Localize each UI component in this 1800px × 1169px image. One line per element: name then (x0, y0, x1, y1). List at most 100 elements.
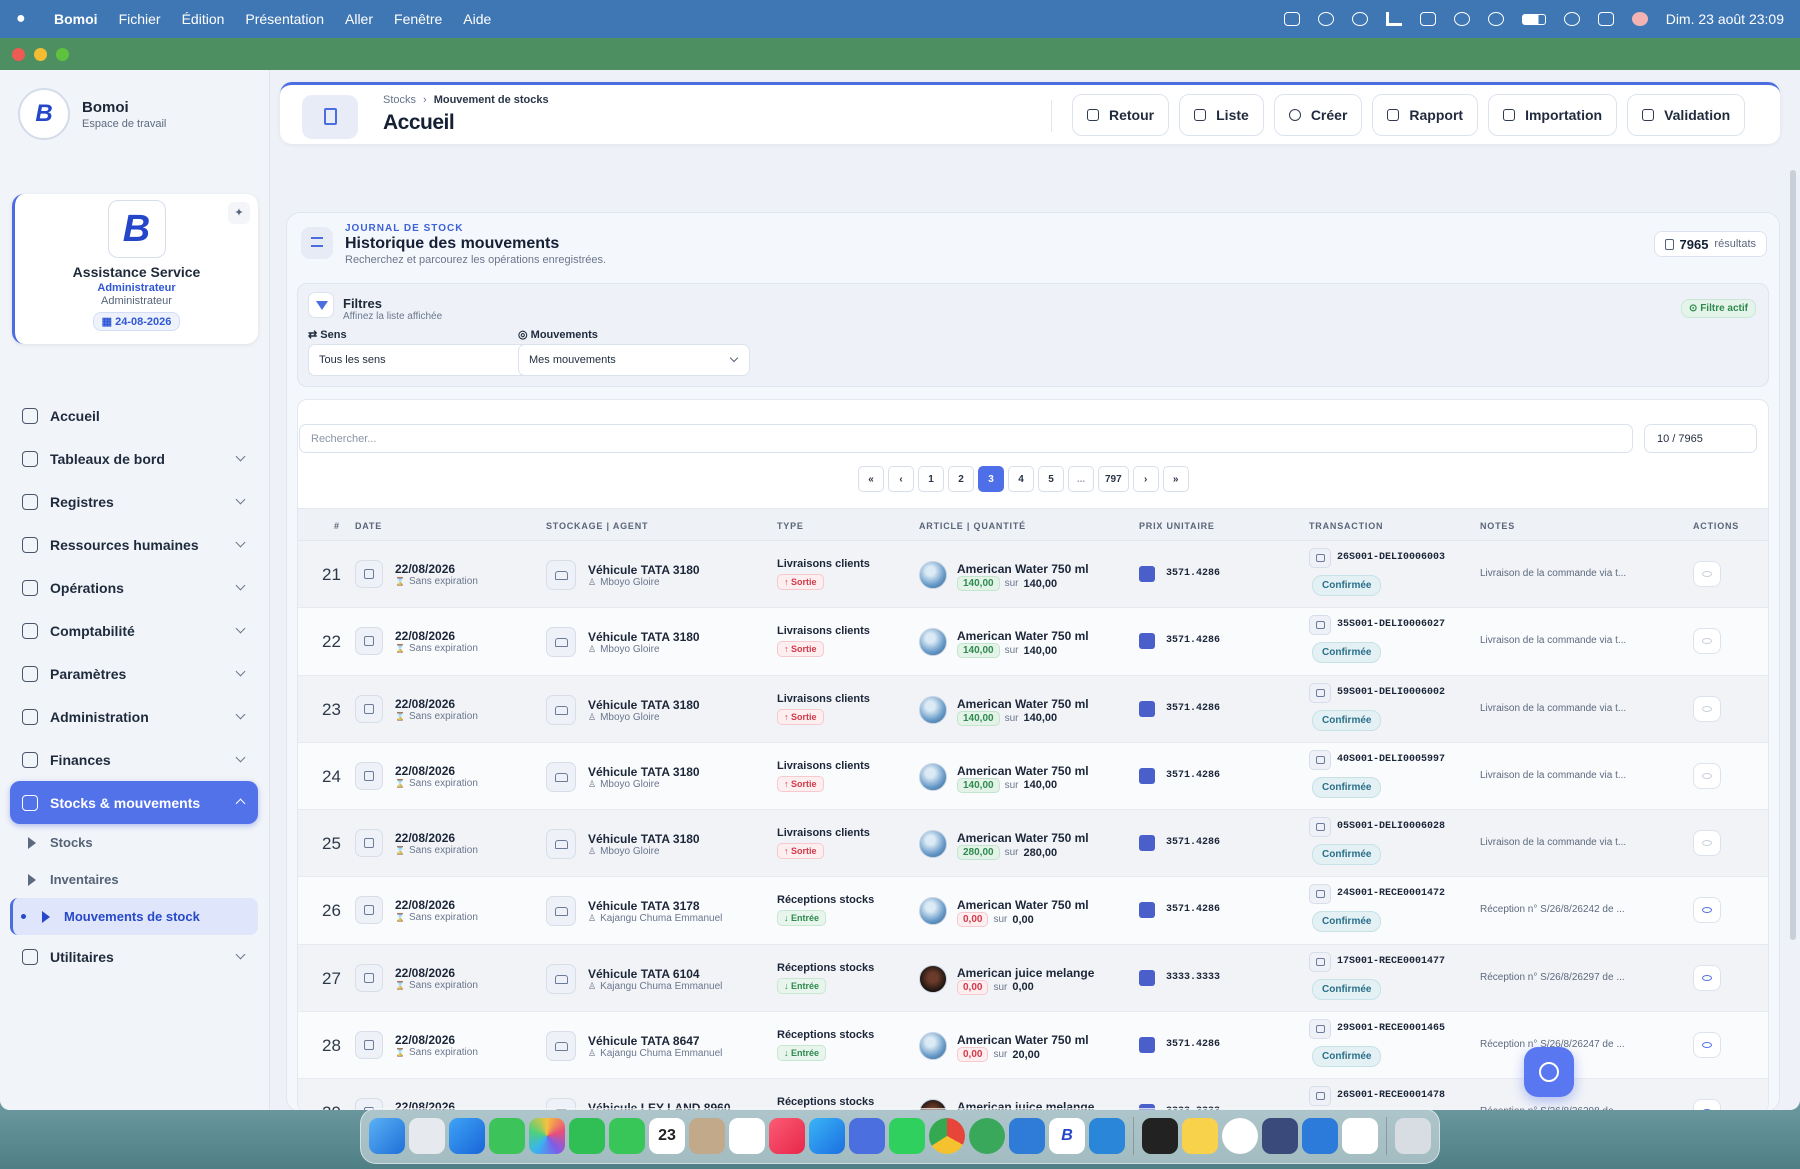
page-button[interactable]: 5 (1038, 466, 1064, 492)
view-button[interactable] (1693, 1099, 1721, 1110)
user-avatar-icon[interactable] (1631, 12, 1648, 26)
reminders-icon[interactable] (729, 1118, 765, 1154)
menubar-clock[interactable]: Dim. 23 août 23:09 (1666, 11, 1784, 27)
page-size-selector[interactable]: 10 / 7965 (1644, 424, 1757, 453)
importation-button[interactable]: Importation (1488, 94, 1618, 136)
view-button[interactable] (1693, 762, 1721, 789)
transaction-code[interactable]: 40S001-DELI0005997 (1337, 754, 1445, 765)
table-row[interactable]: 22 22/08/2026Sans expiration Véhicule TATA… (298, 608, 1768, 676)
col-header-stockage[interactable]: STOCKAGE | AGENT (546, 521, 648, 531)
table-row[interactable]: 23 22/08/2026Sans expiration Véhicule TATA… (298, 675, 1768, 743)
view-button[interactable] (1693, 561, 1721, 587)
volume-icon[interactable] (1385, 12, 1402, 26)
whatsapp-icon[interactable] (889, 1118, 925, 1154)
code-editor-icon[interactable] (1342, 1118, 1378, 1154)
wifi-icon[interactable] (1487, 12, 1504, 26)
chatgpt-icon[interactable] (1222, 1118, 1258, 1154)
sidebar-item-finances[interactable]: Finances (10, 738, 258, 781)
close-window-button[interactable] (12, 47, 25, 61)
spotlight-search-icon[interactable] (1563, 12, 1580, 26)
transaction-code[interactable]: 29S001-RECE0001465 (1337, 1023, 1445, 1034)
palette-fab-button[interactable] (1524, 1047, 1574, 1097)
workspace-header[interactable]: B Bomoi Espace de travail (18, 88, 166, 140)
sidebar-item-operations[interactable]: Opérations (10, 566, 258, 609)
transaction-code[interactable]: 59S001-DELI0006002 (1337, 687, 1445, 698)
transaction-code[interactable]: 05S001-DELI0006028 (1337, 821, 1445, 832)
mouvements-select[interactable]: Mes mouvements (518, 344, 750, 376)
menu-fenetre[interactable]: Fenêtre (394, 11, 442, 27)
breadcrumb-stocks[interactable]: Stocks (383, 94, 416, 106)
messages-icon[interactable] (489, 1118, 525, 1154)
menu-edition[interactable]: Édition (182, 11, 225, 27)
retour-button[interactable]: Retour (1072, 94, 1170, 136)
windows-app-icon[interactable] (1009, 1118, 1045, 1154)
sidebar-item-comptabilite[interactable]: Comptabilité (10, 609, 258, 652)
play-icon[interactable] (1351, 12, 1368, 26)
terminal-icon[interactable] (1142, 1118, 1178, 1154)
simulator-icon[interactable] (849, 1118, 885, 1154)
pin-icon[interactable]: ✦ (228, 202, 250, 224)
photos-icon[interactable] (529, 1118, 565, 1154)
sidebar-item-tableaux-de-bord[interactable]: Tableaux de bord (10, 437, 258, 480)
view-button[interactable] (1693, 964, 1721, 991)
page-button[interactable]: 797 (1098, 466, 1129, 492)
sidebar-item-administration[interactable]: Administration (10, 695, 258, 738)
chrome-green-icon[interactable] (969, 1118, 1005, 1154)
apple-icon[interactable]: ● (16, 11, 32, 27)
menu-app-name[interactable]: Bomoi (54, 11, 98, 27)
transaction-code[interactable]: 24S001-RECE0001472 (1337, 888, 1445, 899)
page-button[interactable]: 1 (918, 466, 944, 492)
sidebar-item-ressources-humaines[interactable]: Ressources humaines (10, 523, 258, 566)
table-row[interactable]: 21 22/08/2026Sans expiration Véhicule TATA… (298, 541, 1768, 609)
sidebar-subitem-stocks[interactable]: Stocks (10, 824, 258, 861)
vscode-icon[interactable] (1089, 1118, 1125, 1154)
control-center-icon[interactable] (1597, 12, 1614, 26)
battery-icon[interactable] (1521, 13, 1546, 25)
finder-icon[interactable] (369, 1118, 405, 1154)
col-header-article[interactable]: ARTICLE | QUANTITÉ (919, 521, 1026, 531)
vertical-scrollbar[interactable] (1790, 170, 1796, 940)
col-header-prix[interactable]: PRIX UNITAIRE (1139, 521, 1215, 531)
view-button[interactable] (1693, 897, 1721, 924)
sidebar-subitem-inventaires[interactable]: Inventaires (10, 861, 258, 898)
fullscreen-window-button[interactable] (56, 47, 69, 61)
sidebar-item-stocks-mouvements[interactable]: Stocks & mouvements (10, 781, 258, 824)
page-button[interactable]: » (1162, 466, 1189, 492)
notes-icon[interactable] (1182, 1118, 1218, 1154)
bomoi-app-icon[interactable]: B (1049, 1118, 1085, 1154)
page-button[interactable]: 2 (948, 466, 974, 492)
app-store-icon[interactable] (809, 1118, 845, 1154)
sidebar-item-utilitaires[interactable]: Utilitaires (10, 935, 258, 978)
sidebar-item-accueil[interactable]: Accueil (10, 394, 258, 437)
launchpad-icon[interactable] (409, 1118, 445, 1154)
sens-select[interactable]: Tous les sens (308, 344, 540, 376)
safari-icon[interactable] (449, 1118, 485, 1154)
table-row[interactable]: 24 22/08/2026Sans expiration Véhicule TATA… (298, 742, 1768, 811)
trash-icon[interactable] (1395, 1118, 1431, 1154)
col-header-transaction[interactable]: TRANSACTION (1309, 521, 1383, 531)
bluetooth-icon[interactable] (1453, 12, 1470, 26)
table-row[interactable]: 26 22/08/2026Sans expiration Véhicule TATA… (298, 877, 1768, 945)
validation-button[interactable]: Validation (1627, 94, 1746, 136)
menu-aller[interactable]: Aller (345, 11, 373, 27)
table-row[interactable]: 25 22/08/2026Sans expiration Véhicule TATA… (298, 810, 1768, 878)
minimize-window-button[interactable] (34, 47, 47, 61)
creer-button[interactable]: Créer (1273, 94, 1363, 136)
transaction-code[interactable]: 26S001-RECE0001478 (1337, 1090, 1445, 1101)
quicktime-icon[interactable] (1302, 1118, 1338, 1154)
app-status-icon[interactable] (1283, 12, 1300, 26)
sidebar-item-parametres[interactable]: Paramètres (10, 652, 258, 695)
calendar-icon[interactable]: 23 (649, 1118, 685, 1154)
chrome-icon[interactable] (929, 1118, 965, 1154)
sidebar-item-registres[interactable]: Registres (10, 480, 258, 523)
page-button[interactable]: 3 (978, 466, 1004, 492)
menu-presentation[interactable]: Présentation (245, 11, 324, 27)
sidebar-subitem-mouvements-de-stock[interactable]: Mouvements de stock (10, 898, 258, 935)
menu-aide[interactable]: Aide (463, 11, 491, 27)
page-button[interactable]: 4 (1008, 466, 1034, 492)
transaction-code[interactable]: 35S001-DELI0006027 (1337, 619, 1445, 630)
page-button[interactable]: ‹ (888, 466, 914, 492)
view-button[interactable] (1693, 830, 1721, 857)
table-row[interactable]: 27 22/08/2026Sans expiration Véhicule TATA… (298, 944, 1768, 1013)
database-icon[interactable] (1262, 1118, 1298, 1154)
